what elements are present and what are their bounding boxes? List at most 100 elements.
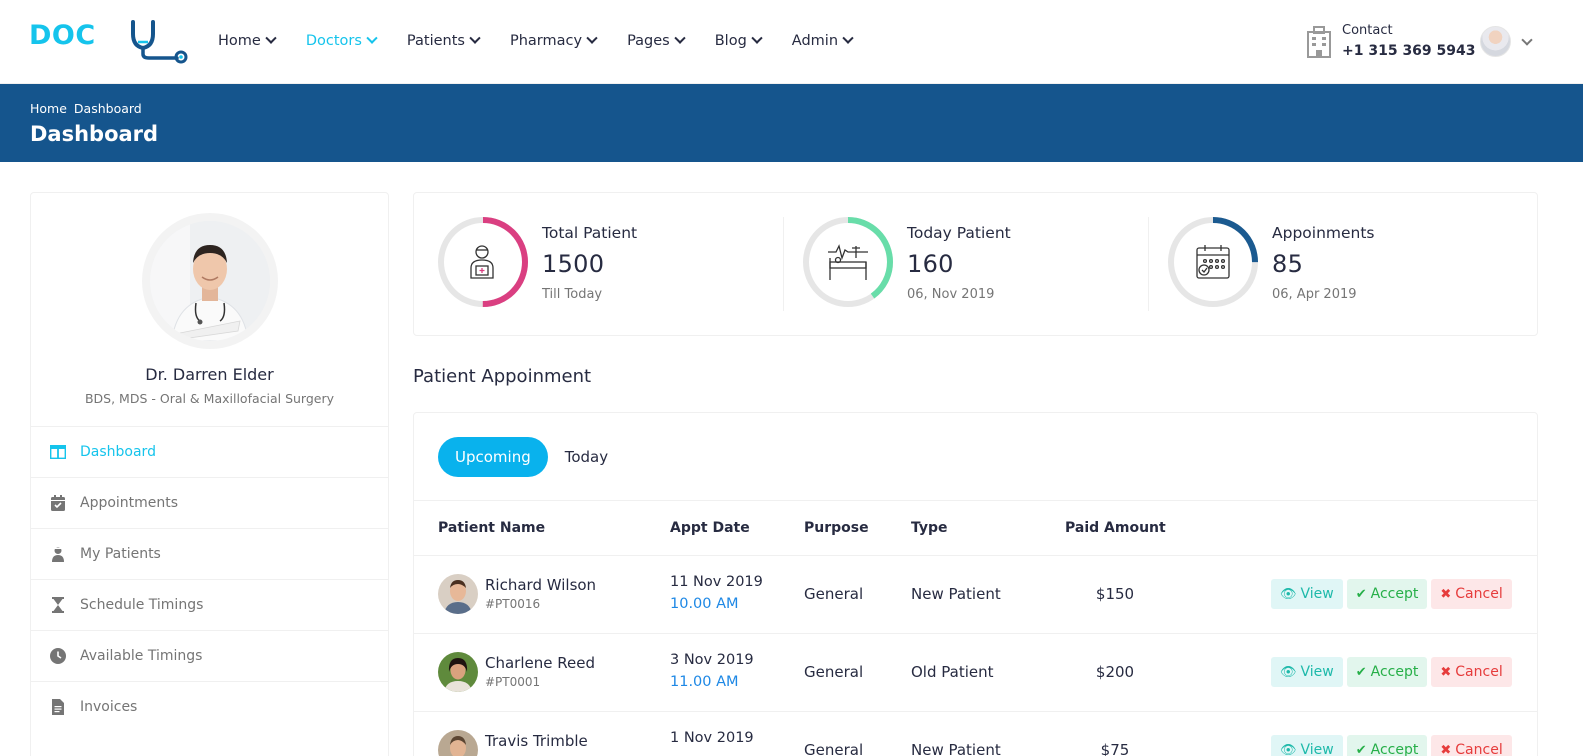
- column-header[interactable]: Type: [911, 520, 948, 536]
- patient-id: #PT0016: [485, 597, 541, 611]
- stat-title: Today Patient: [907, 224, 1011, 242]
- dashboard-menu: Dashboard Appointments My Patients Sched…: [31, 426, 388, 732]
- cancel-button[interactable]: ✖ Cancel: [1431, 735, 1512, 756]
- view-label: View: [1300, 586, 1334, 602]
- nav-pharmacy[interactable]: Pharmacy: [510, 32, 598, 49]
- contact-phone[interactable]: +1 315 369 5943: [1342, 43, 1476, 59]
- chevron-down-icon: [366, 32, 378, 44]
- sidebar-item-available-timings[interactable]: Available Timings: [31, 630, 388, 681]
- sidebar-item-label: Appointments: [80, 495, 179, 511]
- chevron-down-icon: [265, 32, 277, 44]
- stat-value: 85: [1272, 250, 1304, 278]
- sidebar-item-invoices[interactable]: Invoices: [31, 681, 388, 732]
- patient-avatar[interactable]: [438, 574, 478, 614]
- doctor-name: Dr. Darren Elder: [145, 365, 274, 384]
- site-logo[interactable]: DOC: [29, 18, 191, 64]
- breadcrumb-home[interactable]: Home: [30, 101, 67, 116]
- view-button[interactable]: 👁︎ View: [1271, 657, 1343, 687]
- nav-pages-label: Pages: [627, 33, 670, 49]
- stat-total-patient: Total Patient 1500 Till Today: [414, 193, 779, 335]
- appointment-purpose: General: [804, 741, 864, 756]
- appointment-time: 11.00 AM: [670, 674, 739, 690]
- chevron-down-icon: [674, 32, 686, 44]
- stat-today-patient: Today Patient 160 06, Nov 2019: [779, 193, 1144, 335]
- patient-name[interactable]: Travis Trimble: [485, 732, 588, 750]
- cancel-button[interactable]: ✖ Cancel: [1431, 657, 1512, 687]
- patient-id: #PT0001: [485, 675, 541, 689]
- accept-button[interactable]: ✔ Accept: [1346, 579, 1428, 609]
- sidebar-item-my-patients[interactable]: My Patients: [31, 528, 388, 579]
- view-label: View: [1300, 664, 1334, 680]
- patient-avatar[interactable]: [438, 730, 478, 756]
- user-injured-icon: [50, 546, 66, 562]
- patient-avatar[interactable]: [438, 652, 478, 692]
- patient-type: Old Patient: [911, 663, 994, 681]
- user-menu[interactable]: [1480, 26, 1533, 57]
- page-title: Dashboard: [30, 122, 159, 146]
- calendar-icon: [1196, 245, 1230, 279]
- stat-subtitle: Till Today: [542, 287, 603, 302]
- chevron-down-icon: [842, 32, 854, 44]
- sidebar-item-appointments[interactable]: Appointments: [31, 477, 388, 528]
- chevron-down-icon[interactable]: [1521, 33, 1533, 46]
- accept-button[interactable]: ✔ Accept: [1346, 657, 1428, 687]
- nav-blog[interactable]: Blog: [714, 32, 763, 49]
- cancel-button[interactable]: ✖ Cancel: [1431, 579, 1512, 609]
- paid-amount: $150: [1095, 585, 1135, 603]
- nav-admin[interactable]: Admin: [791, 32, 854, 49]
- view-button[interactable]: 👁︎ View: [1271, 735, 1343, 756]
- sidebar-item-dashboard[interactable]: Dashboard: [31, 426, 388, 477]
- column-header[interactable]: Purpose: [804, 520, 869, 536]
- stat-title: Appoinments: [1272, 224, 1375, 242]
- appointment-tabs: Upcoming Today: [438, 437, 625, 477]
- section-title: Patient Appoinment: [413, 366, 592, 387]
- sidebar-item-label: Available Timings: [80, 648, 203, 664]
- patient-type: New Patient: [911, 585, 1001, 603]
- nav-pages[interactable]: Pages: [627, 32, 686, 49]
- nav-doctors[interactable]: Doctors: [305, 32, 378, 49]
- nav-doctors-label: Doctors: [305, 33, 362, 49]
- doctor-specialty: BDS, MDS - Oral & Maxillofacial Surgery: [84, 391, 335, 406]
- table-row: Travis Trimble 1 Nov 2019 General New Pa…: [414, 712, 1537, 756]
- column-header[interactable]: Paid Amount: [1065, 520, 1166, 536]
- eye-icon: 👁︎: [1280, 742, 1297, 756]
- table-row: Charlene Reed #PT0001 3 Nov 2019 11.00 A…: [414, 634, 1537, 712]
- stat-value: 1500: [542, 250, 605, 278]
- column-header[interactable]: Appt Date: [670, 520, 750, 536]
- tab-today[interactable]: Today: [548, 437, 625, 477]
- check-icon: ✔: [1355, 742, 1367, 756]
- view-button[interactable]: 👁︎ View: [1271, 579, 1343, 609]
- chevron-down-icon: [751, 32, 763, 44]
- nav-home[interactable]: Home: [218, 32, 277, 49]
- tab-upcoming[interactable]: Upcoming: [438, 437, 548, 477]
- appointment-date: 1 Nov 2019: [670, 730, 754, 746]
- close-icon: ✖: [1440, 742, 1452, 756]
- patient-name[interactable]: Richard Wilson: [485, 576, 596, 594]
- user-avatar[interactable]: [1480, 26, 1511, 57]
- close-icon: ✖: [1440, 586, 1452, 602]
- patient-icon: [470, 245, 494, 279]
- nav-patients[interactable]: Patients: [407, 32, 481, 49]
- stat-subtitle: 06, Apr 2019: [1272, 287, 1357, 302]
- stat-title: Total Patient: [542, 224, 638, 242]
- progress-ring: [1168, 217, 1258, 307]
- nav-blog-label: Blog: [714, 33, 747, 49]
- accept-label: Accept: [1370, 664, 1419, 680]
- table-header: Patient Name Appt Date Purpose Type Paid…: [414, 500, 1537, 556]
- patient-type: New Patient: [911, 741, 1001, 756]
- eye-icon: 👁︎: [1280, 586, 1297, 602]
- breadcrumb: Home Dashboard: [30, 101, 149, 116]
- sidebar-item-label: Dashboard: [80, 444, 156, 460]
- profile-sidebar: Dr. Darren Elder BDS, MDS - Oral & Maxil…: [30, 192, 389, 756]
- close-icon: ✖: [1440, 664, 1452, 680]
- stat-appointments: Appoinments 85 06, Apr 2019: [1144, 193, 1509, 335]
- accept-button[interactable]: ✔ Accept: [1346, 735, 1428, 756]
- sidebar-item-schedule-timings[interactable]: Schedule Timings: [31, 579, 388, 630]
- appointment-time: 10.00 AM: [670, 596, 739, 612]
- doctor-avatar: [142, 213, 278, 349]
- column-header[interactable]: Patient Name: [438, 520, 545, 536]
- sidebar-item-label: Invoices: [80, 699, 138, 715]
- patient-name[interactable]: Charlene Reed: [485, 654, 595, 672]
- stat-value: 160: [907, 250, 954, 278]
- nav-admin-label: Admin: [791, 33, 839, 49]
